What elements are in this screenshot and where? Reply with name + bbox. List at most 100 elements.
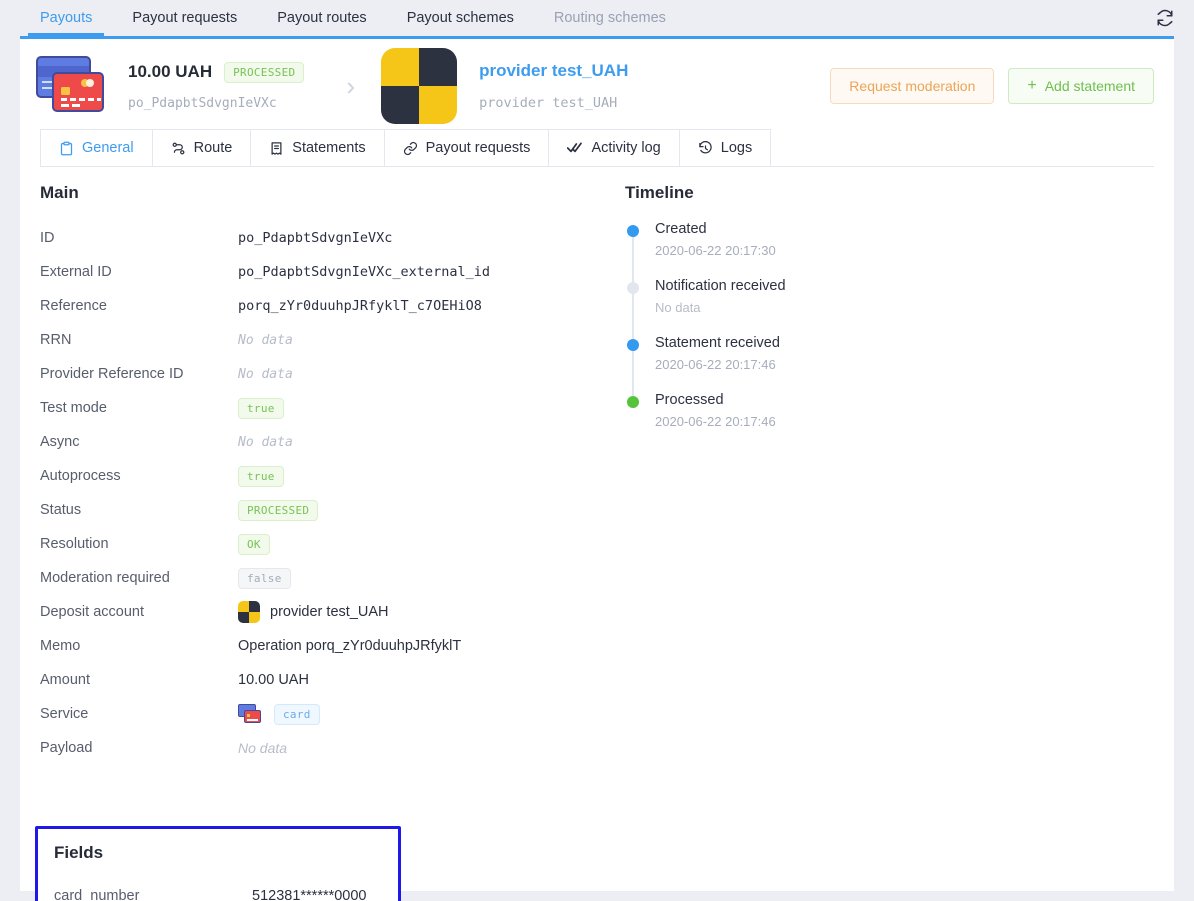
timeline-dot-icon — [627, 282, 639, 294]
field-row-memo: Memo Operation porq_zYr0duuhpJRfyklT — [40, 629, 605, 663]
timeline-connector — [632, 237, 634, 282]
field-label: Moderation required — [40, 570, 170, 586]
timeline-dot-icon — [627, 396, 639, 408]
timeline-dot-icon — [627, 339, 639, 351]
field-row-moderation-required: Moderation required false — [40, 561, 605, 595]
timeline-item-time: 2020-06-22 20:17:46 — [655, 357, 776, 372]
field-label: Amount — [40, 672, 90, 688]
field-label: Resolution — [40, 536, 109, 552]
clipboard-icon — [59, 141, 74, 156]
timeline-item-statement-received: Statement received 2020-06-22 20:17:46 — [627, 335, 1154, 396]
timeline-item-title: Notification received — [655, 278, 786, 294]
field-value: 10.00 UAH — [238, 672, 309, 688]
field-value: po_PdapbtSdvgnIeVXc_external_id — [238, 264, 490, 280]
timeline-section-title: Timeline — [625, 183, 694, 202]
tab-activity-log[interactable]: Activity log — [549, 129, 680, 166]
request-moderation-label: Request moderation — [849, 78, 976, 94]
nav-item-label: Payout requests — [132, 10, 238, 26]
status-badge: PROCESSED — [224, 61, 305, 83]
field-label: Autoprocess — [40, 468, 121, 484]
nav-item-payout-schemes[interactable]: Payout schemes — [387, 0, 534, 36]
field-value-empty: No data — [238, 740, 288, 756]
field-row-autoprocess: Autoprocess true — [40, 459, 605, 493]
tab-label: Payout requests — [425, 140, 531, 156]
provider-name-link[interactable]: provider test_UAH — [479, 61, 628, 81]
field-row-id: ID po_PdapbtSdvgnIeVXc — [40, 221, 605, 255]
header-actions: Request moderation + Add statement — [830, 68, 1154, 104]
primary-navigation: Payouts Payout requests Payout routes Pa… — [0, 0, 1194, 36]
field-value-empty: No data — [238, 366, 293, 382]
timeline-connector — [632, 351, 634, 396]
link-icon — [403, 141, 418, 156]
field-row-payload: Payload No data — [40, 731, 605, 765]
timeline-list: Created 2020-06-22 20:17:30 Notification… — [625, 221, 1154, 429]
timeline-dot-icon — [627, 225, 639, 237]
entity-source-id: po_PdapbtSdvgnIeVXc — [128, 95, 277, 111]
detail-tabs: General Route Statements Payout requests… — [40, 129, 1154, 167]
nav-item-routing-schemes[interactable]: Routing schemes — [534, 0, 686, 36]
tab-logs[interactable]: Logs — [679, 129, 772, 166]
main-section-title: Main — [40, 183, 79, 202]
nav-item-payouts[interactable]: Payouts — [20, 0, 112, 36]
field-value: porq_zYr0duuhpJRfyklT_c7OEHiO8 — [238, 298, 482, 314]
field-value-empty: No data — [238, 332, 293, 348]
request-moderation-button[interactable]: Request moderation — [830, 68, 995, 104]
field-label: ID — [40, 230, 55, 246]
field-label: Deposit account — [40, 604, 144, 620]
timeline-item-notification-received: Notification received No data — [627, 278, 1154, 339]
field-label: card_number — [54, 888, 140, 901]
field-label: Test mode — [40, 400, 107, 416]
tab-general[interactable]: General — [40, 129, 153, 166]
plus-icon: + — [1027, 77, 1037, 94]
fields-section: Fields card_number 512381******0000 — [35, 826, 401, 901]
provider-subtitle: provider test_UAH — [479, 95, 618, 111]
field-row-rrn: RRN No data — [40, 323, 605, 357]
field-label: Status — [40, 502, 82, 518]
credit-cards-icon — [32, 54, 114, 118]
field-row-async: Async No data — [40, 425, 605, 459]
field-value[interactable]: provider test_UAH — [270, 604, 388, 620]
add-statement-label: Add statement — [1044, 78, 1135, 94]
field-label: Service — [40, 706, 89, 722]
content-card: 10.00 UAH PROCESSED po_PdapbtSdvgnIeVXc … — [20, 36, 1174, 901]
timeline-section: Timeline Created 2020-06-22 20:17:30 Not… — [605, 183, 1154, 765]
timeline-item-time: 2020-06-22 20:17:30 — [655, 243, 776, 258]
fields-section-title: Fields — [54, 843, 104, 862]
timeline-item-processed: Processed 2020-06-22 20:17:46 — [627, 392, 1154, 429]
field-value-badge: true — [238, 397, 284, 419]
field-value-empty: No data — [238, 434, 293, 450]
route-icon — [171, 141, 186, 156]
tab-label: General — [82, 140, 134, 156]
field-row-card-number: card_number 512381******0000 — [54, 879, 382, 901]
field-label: Async — [40, 434, 80, 450]
nav-item-payout-requests[interactable]: Payout requests — [112, 0, 257, 36]
add-statement-button[interactable]: + Add statement — [1008, 68, 1154, 104]
refresh-icon[interactable] — [1148, 0, 1182, 36]
nav-item-label: Routing schemes — [553, 10, 666, 26]
tab-statements[interactable]: Statements — [251, 129, 385, 166]
history-clock-icon — [698, 140, 713, 156]
nav-item-label: Payout routes — [277, 10, 367, 26]
entity-target-info: provider test_UAH provider test_UAH — [479, 61, 628, 111]
field-value-badge: card — [274, 703, 320, 725]
nav-item-label: Payouts — [40, 10, 93, 26]
entity-amount: 10.00 UAH — [128, 62, 213, 81]
provider-checkered-logo-small — [238, 601, 260, 623]
tab-payout-requests[interactable]: Payout requests — [384, 129, 550, 166]
field-value: 512381******0000 — [252, 888, 367, 901]
field-value-badge: PROCESSED — [238, 499, 319, 521]
credit-cards-icon-small — [238, 704, 264, 724]
field-row-deposit-account: Deposit account provider test_UAH — [40, 595, 605, 629]
field-row-amount: Amount 10.00 UAH — [40, 663, 605, 697]
tab-label: Route — [193, 140, 233, 156]
tab-route[interactable]: Route — [152, 129, 252, 166]
timeline-item-title: Processed — [655, 392, 724, 408]
double-check-icon — [567, 140, 583, 156]
field-row-test-mode: Test mode true — [40, 391, 605, 425]
field-label: RRN — [40, 332, 72, 348]
nav-item-payout-routes[interactable]: Payout routes — [257, 0, 386, 36]
field-row-resolution: Resolution OK — [40, 527, 605, 561]
field-label: Provider Reference ID — [40, 366, 184, 382]
field-value-badge: OK — [238, 533, 270, 555]
